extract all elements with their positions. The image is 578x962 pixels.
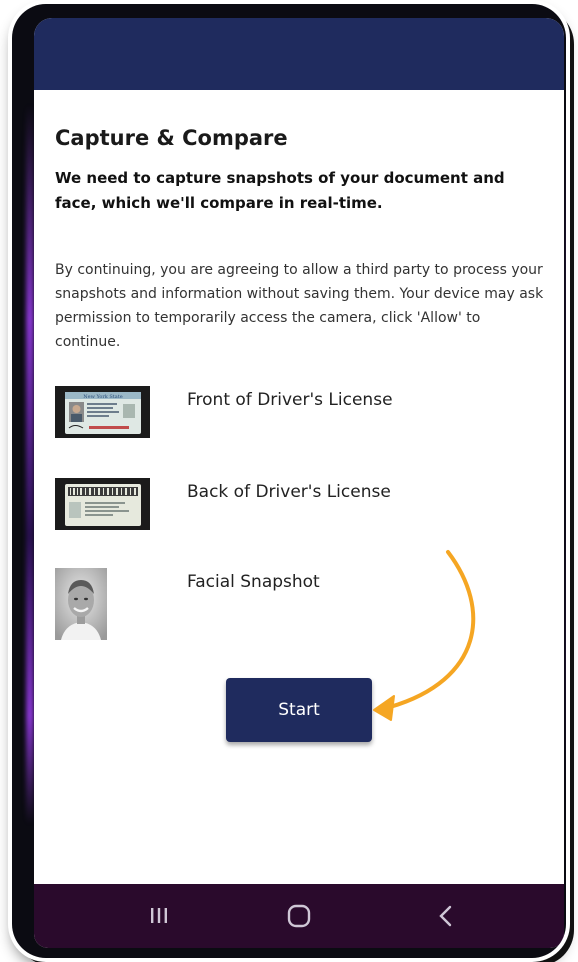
edge-glow-left <box>26 104 34 824</box>
page-title: Capture & Compare <box>55 126 288 150</box>
back-icon[interactable] <box>426 898 466 934</box>
home-icon[interactable] <box>279 898 319 934</box>
item-label-front-license: Front of Driver's License <box>187 390 393 410</box>
app-header-bar <box>34 18 564 90</box>
license-state-text: New York State <box>83 394 123 400</box>
page-subtitle: We need to capture snapshots of your doc… <box>55 169 505 212</box>
start-button[interactable]: Start <box>226 678 372 742</box>
app-screen: Capture & Compare We need to capture sna… <box>34 18 564 948</box>
face-photo-icon <box>55 568 107 640</box>
list-item-facial-snapshot: Facial Snapshot <box>55 568 535 640</box>
list-item-back-license: Back of Driver's License <box>55 478 535 548</box>
consent-text: By continuing, you are agreeing to allow… <box>55 262 544 350</box>
content-area: Capture & Compare We need to capture sna… <box>34 90 564 884</box>
phone-frame: Capture & Compare We need to capture sna… <box>12 4 566 958</box>
item-label-back-license: Back of Driver's License <box>187 482 391 502</box>
list-item-front-license: New York State Front of Driver's License <box>55 386 535 456</box>
id-card-back-icon <box>55 478 150 530</box>
item-label-facial-snapshot: Facial Snapshot <box>187 572 320 592</box>
recents-icon[interactable] <box>139 898 179 934</box>
id-card-front-icon: New York State <box>55 386 150 438</box>
android-nav-bar <box>34 884 564 948</box>
